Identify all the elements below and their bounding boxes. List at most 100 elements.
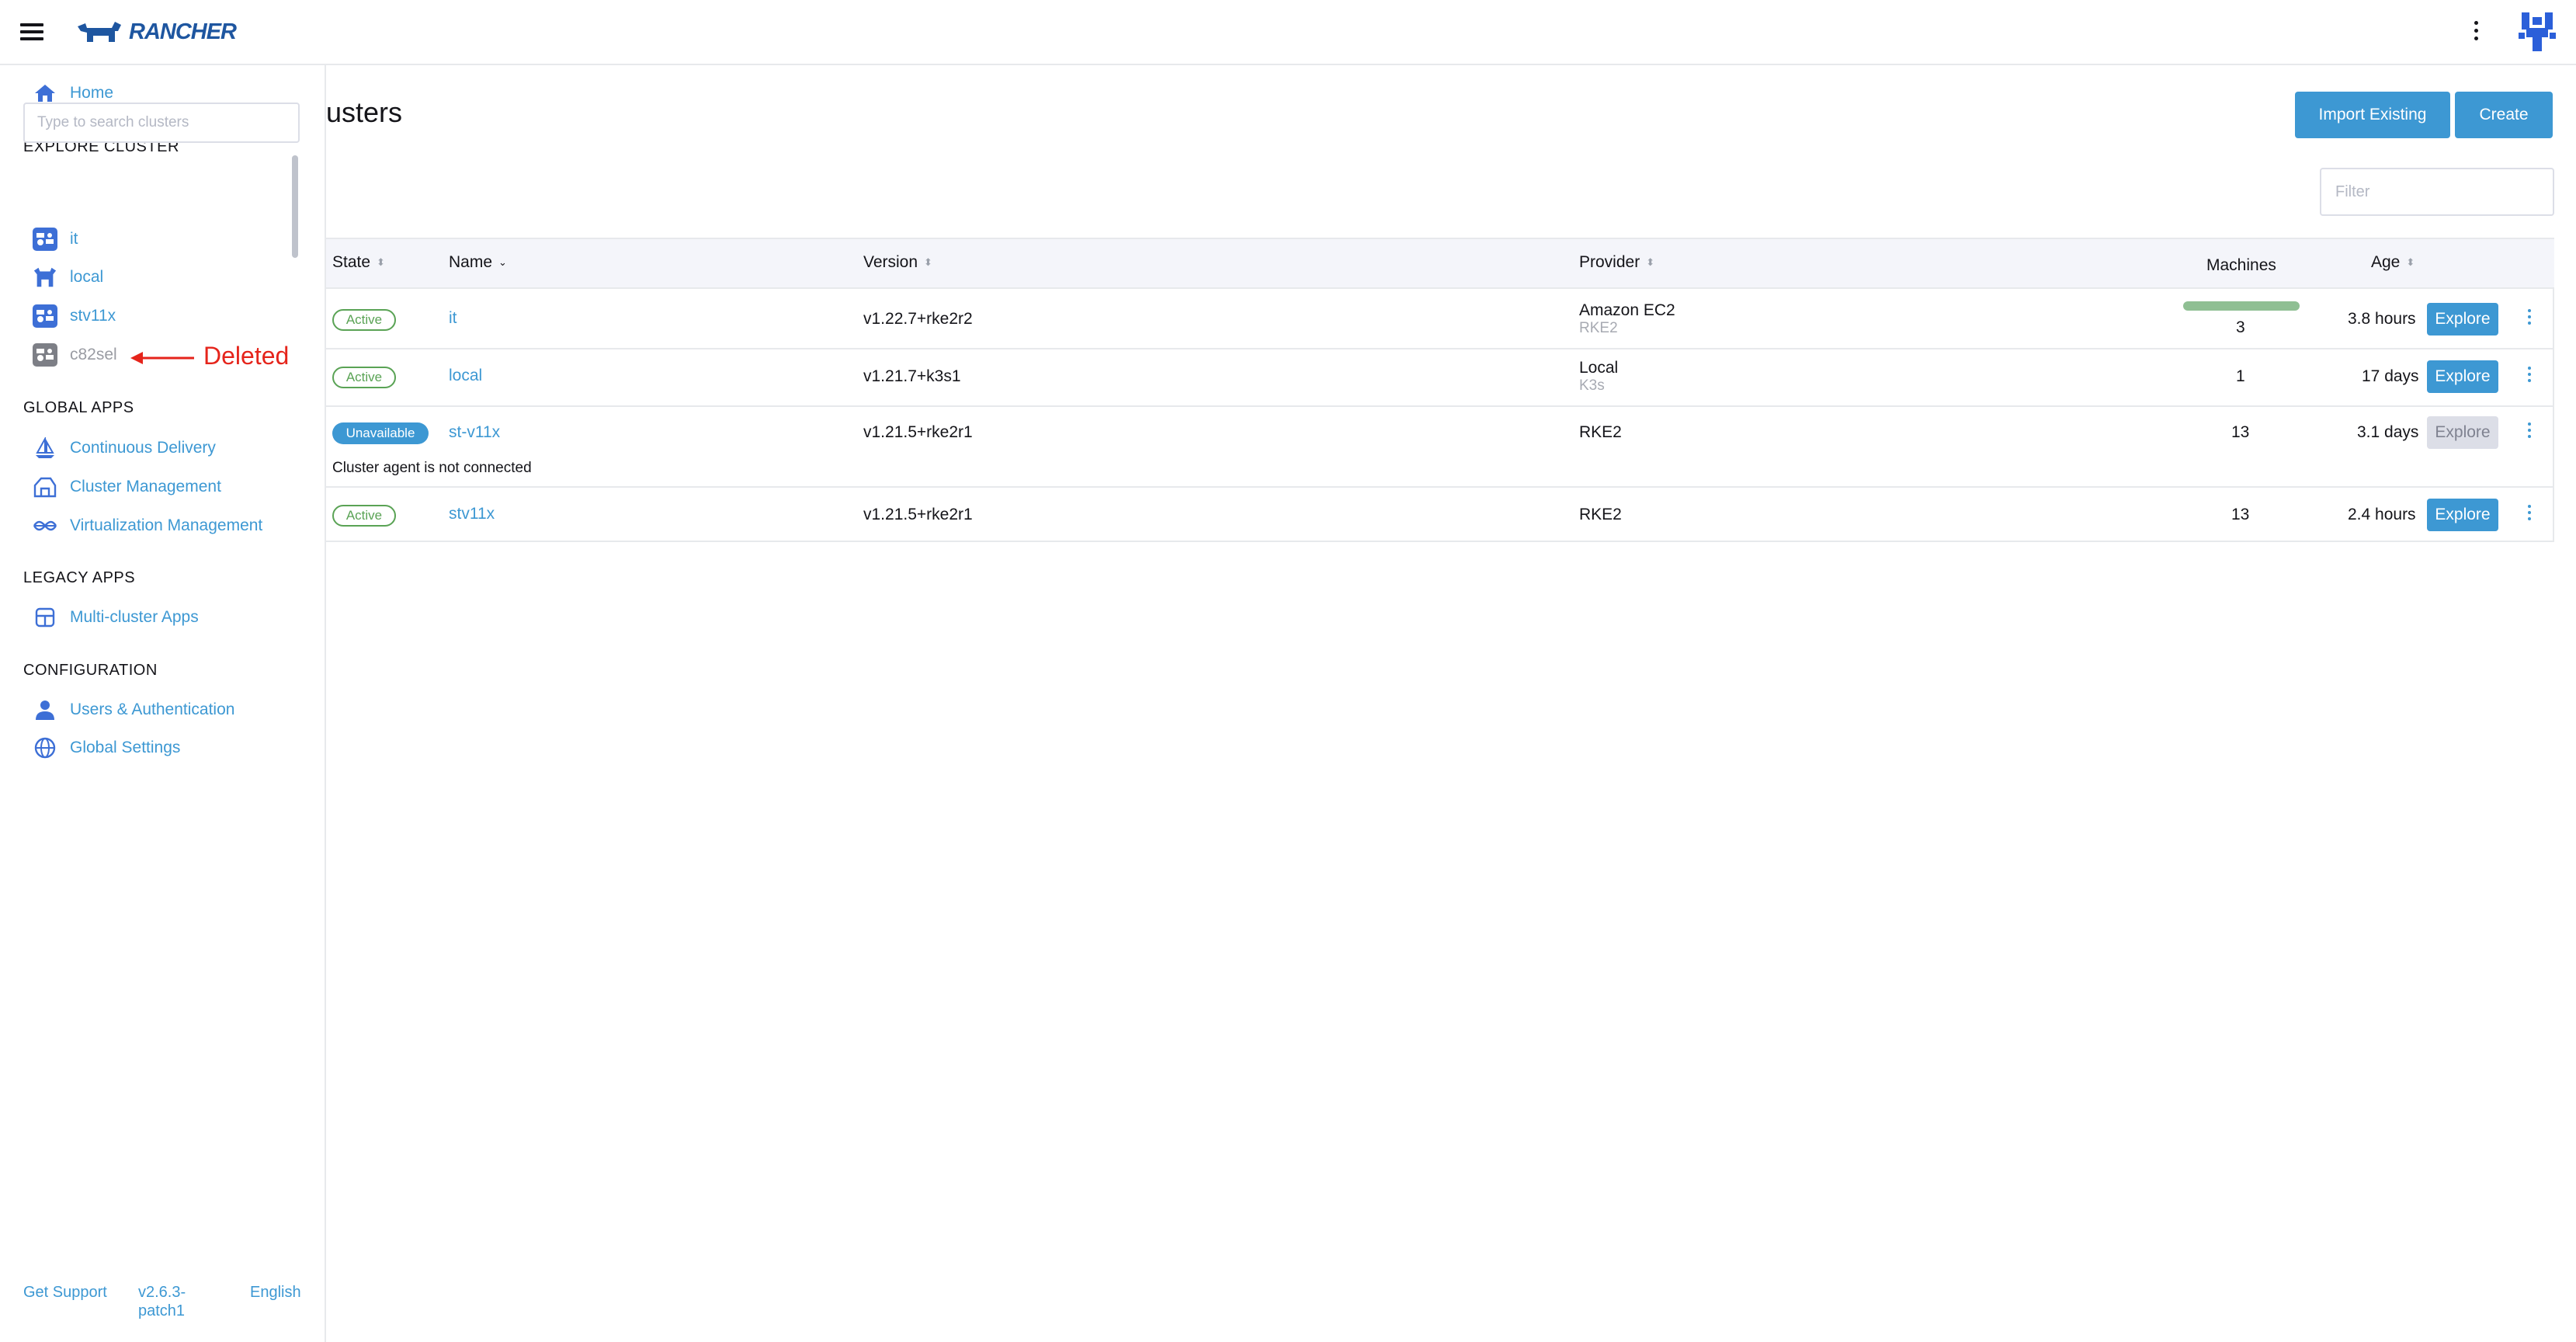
cluster-name-link[interactable]: it: [449, 309, 457, 328]
legacy-apps-heading: LEGACY APPS: [23, 569, 136, 586]
version-link[interactable]: v2.6.3- patch1: [138, 1283, 186, 1320]
status-badge: Unavailable: [332, 422, 429, 444]
cluster-icon: [33, 304, 57, 329]
cluster-name-link[interactable]: st-v11x: [449, 423, 500, 442]
sidebar-scrollbar[interactable]: [292, 155, 298, 258]
import-existing-button[interactable]: Import Existing: [2295, 92, 2450, 138]
column-provider-label: Provider: [1579, 253, 1640, 271]
sidebar-cluster-c82sel[interactable]: c82sel: [33, 342, 117, 367]
cluster-provider: RKE2: [1579, 423, 1622, 441]
sidebar-item-label: Multi-cluster Apps: [70, 608, 199, 626]
version-line-1: v2.6.3-: [138, 1284, 186, 1301]
machines-progress-bar: [2183, 301, 2300, 311]
column-age-label: Age: [2371, 253, 2401, 271]
status-badge: Active: [332, 505, 396, 527]
status-badge: Active: [332, 309, 396, 331]
column-age[interactable]: Age ⬍: [2371, 253, 2415, 272]
barn-icon: [33, 475, 57, 499]
annotation-label: Deleted: [203, 342, 290, 370]
cluster-provider-sub: K3s: [1579, 377, 1605, 394]
cluster-version: v1.22.7+rke2r2: [863, 310, 973, 328]
row-actions-icon[interactable]: [2522, 306, 2537, 331]
virtualization-icon: [33, 513, 57, 538]
cluster-search-input[interactable]: [23, 103, 300, 143]
cluster-name-link[interactable]: stv11x: [449, 505, 495, 523]
cluster-version: v1.21.5+rke2r1: [863, 423, 973, 441]
column-machines: Machines: [2206, 256, 2276, 275]
sidebar-cluster-local[interactable]: local: [33, 265, 103, 290]
explore-button[interactable]: Explore: [2427, 303, 2498, 336]
row-actions-icon[interactable]: [2522, 363, 2537, 388]
column-state-label: State: [332, 253, 371, 271]
sidebar-item-label: Cluster Management: [70, 478, 221, 495]
cluster-provider: Local: [1579, 359, 1619, 377]
cluster-provider-sub: RKE2: [1579, 320, 1618, 336]
column-state[interactable]: State ⬍: [332, 253, 385, 272]
sidebar-item-label: local: [70, 268, 104, 286]
sidebar-item-label: Global Settings: [70, 739, 181, 756]
sidebar-cluster-stv11x[interactable]: stv11x: [33, 304, 116, 329]
cluster-age: 3.8 hours: [2348, 310, 2416, 328]
sort-icon: ⬍: [2406, 256, 2415, 268]
cluster-icon: [33, 342, 57, 367]
cluster-version: v1.21.5+rke2r1: [863, 506, 973, 523]
row-divider: [326, 405, 2554, 407]
cluster-name-link[interactable]: local: [449, 367, 482, 385]
cluster-age: 17 days: [2362, 367, 2419, 385]
row-actions-icon[interactable]: [2522, 419, 2537, 444]
cluster-age: 2.4 hours: [2348, 506, 2416, 523]
sidebar-item-users-authentication[interactable]: Users & Authentication: [33, 697, 234, 722]
user-avatar[interactable]: [2515, 9, 2559, 53]
explore-button-disabled[interactable]: Explore: [2427, 416, 2498, 449]
sidebar-item-label: Virtualization Management: [70, 516, 263, 534]
sidebar-cluster-it[interactable]: it: [33, 227, 78, 252]
machine-count: 1: [2236, 367, 2245, 385]
sidebar-item-cluster-management[interactable]: Cluster Management: [33, 475, 221, 499]
user-icon: [33, 697, 57, 722]
sailboat-icon: [33, 436, 57, 461]
filter-input[interactable]: [2320, 168, 2554, 216]
top-header: [0, 0, 2576, 65]
machine-count: 13: [2231, 506, 2250, 523]
sidebar-item-label: Home: [70, 84, 114, 102]
hamburger-menu-icon[interactable]: [20, 23, 43, 40]
sidebar-item-global-settings[interactable]: Global Settings: [33, 735, 180, 760]
cluster-icon: [33, 227, 57, 252]
row-divider: [326, 348, 2554, 349]
cluster-provider: RKE2: [1579, 506, 1622, 523]
sidebar-item-label: Users & Authentication: [70, 701, 235, 718]
sort-down-icon: ⌄: [498, 256, 507, 268]
rancher-cow-icon: [78, 22, 121, 42]
sort-icon: ⬍: [1646, 256, 1655, 268]
sidebar-item-label: Continuous Delivery: [70, 439, 216, 457]
sidebar-item-continuous-delivery[interactable]: Continuous Delivery: [33, 436, 216, 461]
create-button[interactable]: Create: [2455, 92, 2553, 138]
sidebar-item-multi-cluster-apps[interactable]: Multi-cluster Apps: [33, 605, 199, 630]
column-name[interactable]: Name ⌄: [449, 253, 507, 272]
configuration-heading: CONFIGURATION: [23, 662, 158, 679]
explore-button[interactable]: Explore: [2427, 499, 2498, 531]
column-version[interactable]: Version ⬍: [863, 253, 932, 272]
machine-count: 13: [2231, 423, 2250, 441]
page-title: usters: [326, 96, 403, 128]
status-badge: Active: [332, 367, 396, 388]
multi-cluster-apps-icon: [33, 605, 57, 630]
column-name-label: Name: [449, 253, 493, 271]
explore-button[interactable]: Explore: [2427, 360, 2498, 393]
column-provider[interactable]: Provider ⬍: [1579, 253, 1654, 272]
language-selector[interactable]: English: [250, 1283, 301, 1302]
get-support-link[interactable]: Get Support: [23, 1283, 107, 1302]
cluster-version: v1.21.7+k3s1: [863, 367, 961, 385]
sort-icon: ⬍: [924, 256, 932, 268]
rancher-logo[interactable]: RANCHER: [76, 17, 237, 47]
header-more-icon[interactable]: [2466, 17, 2486, 47]
machine-count: 3: [2236, 318, 2245, 336]
sidebar-item-label: it: [70, 230, 78, 248]
annotation-arrow-icon: [130, 352, 194, 364]
sidebar-item-label: c82sel: [70, 346, 117, 363]
sort-icon: ⬍: [377, 256, 385, 268]
cluster-error-message: Cluster agent is not connected: [332, 460, 532, 476]
sidebar-item-virtualization-management[interactable]: Virtualization Management: [33, 513, 262, 538]
column-version-label: Version: [863, 253, 918, 271]
row-actions-icon[interactable]: [2522, 502, 2537, 527]
